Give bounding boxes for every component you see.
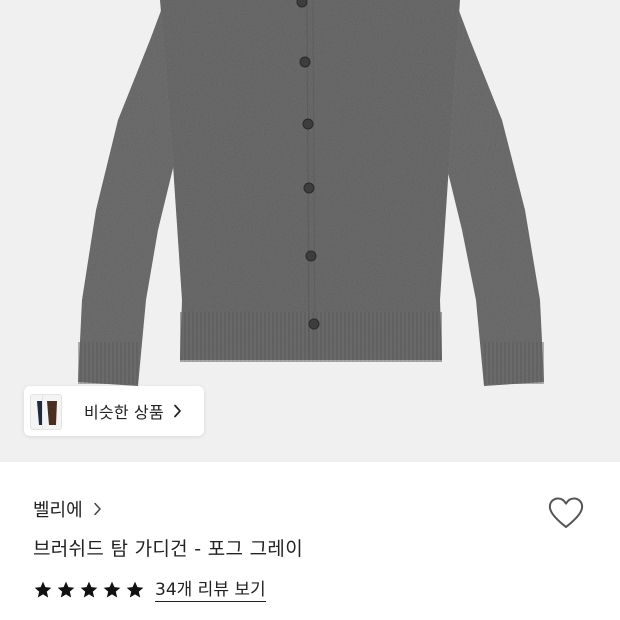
brand-link[interactable]: 벨리에	[33, 496, 102, 522]
similar-products-button[interactable]: 비슷한 상품	[24, 386, 204, 436]
similar-product-thumbnail	[42, 394, 62, 430]
brand-name: 벨리에	[33, 500, 83, 521]
star-icon	[33, 580, 53, 600]
star-icon	[102, 580, 122, 600]
similar-products-thumbnails	[30, 390, 68, 432]
star-icon	[56, 580, 76, 600]
star-icon	[79, 580, 99, 600]
review-link[interactable]: 34개 리뷰 보기	[155, 579, 266, 602]
star-icon	[125, 580, 145, 600]
heart-outline-icon	[547, 496, 585, 530]
rating-stars	[33, 580, 145, 600]
rating-row: 34개 리뷰 보기	[33, 577, 266, 603]
chevron-right-icon	[173, 404, 182, 418]
similar-products-label: 비슷한 상품	[84, 403, 164, 422]
wishlist-button[interactable]	[544, 493, 588, 533]
product-title: 브러쉬드 탐 가디건 - 포그 그레이	[33, 538, 303, 560]
chevron-right-icon	[93, 502, 102, 516]
